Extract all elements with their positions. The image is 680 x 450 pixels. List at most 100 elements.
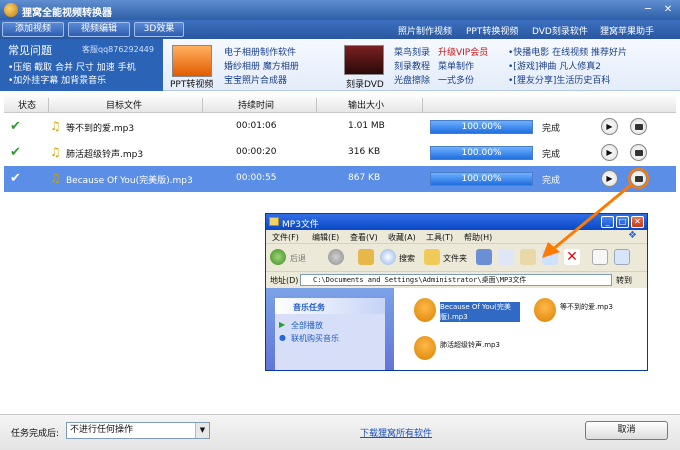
ad-link-game[interactable]: •[游戏]神曲 凡人修真2 — [508, 59, 601, 72]
paste-icon[interactable] — [520, 249, 536, 265]
maximize-icon[interactable]: □ — [616, 216, 629, 228]
music-file-icon: ♫ — [50, 145, 61, 159]
forward-icon[interactable] — [328, 249, 344, 265]
explorer-window: MP3文件 _ □ ✕ 文件(F) 编辑(E) 查看(V) 收藏(A) 工具(T… — [265, 213, 648, 371]
menu-view[interactable]: 查看(V) — [350, 232, 378, 243]
ad-link-movies[interactable]: •快播电影 在线视频 推荐好片 — [508, 45, 627, 58]
table-row-selected[interactable]: ✔ ♫ Because Of You(完美版).mp3 00:00:55 867… — [4, 166, 676, 192]
mp3-file-icon — [414, 336, 436, 360]
task-play-all[interactable]: 全部播放 — [291, 320, 323, 331]
footer-bar: 任务完成后: 不进行任何操作 ▼ 下载狸窝所有软件 取消 — [0, 414, 680, 450]
minimize-icon[interactable]: ─ — [640, 3, 656, 17]
explorer-title-bar: MP3文件 _ □ ✕ — [266, 214, 647, 230]
download-all-link[interactable]: 下载狸窝所有软件 — [360, 426, 432, 439]
dvd-icon[interactable] — [344, 45, 384, 75]
delete-icon[interactable]: ✕ — [564, 249, 580, 265]
ad-link-copies[interactable]: 一式多份 — [438, 73, 474, 86]
header-output-size[interactable]: 输出大小 — [348, 98, 384, 111]
chevron-down-icon[interactable]: ▼ — [195, 423, 209, 438]
go-button[interactable]: 转到 — [616, 275, 632, 286]
row-status: 完成 — [542, 176, 561, 186]
ad-link-erase[interactable]: 光盘擦除 — [394, 73, 430, 86]
task-buy-music[interactable]: 联机购买音乐 — [291, 333, 339, 344]
address-label: 地址(D) — [270, 276, 299, 285]
after-task-label: 任务完成后: — [11, 429, 60, 439]
file-name: 肺活超级铃声.mp3 — [440, 341, 500, 349]
play-icon[interactable]: ▶ — [601, 118, 618, 135]
search-label[interactable]: 搜索 — [399, 253, 415, 264]
menu-edit[interactable]: 编辑(E) — [312, 232, 339, 243]
ad-link-burn-tutorial[interactable]: 刻录教程 — [394, 59, 430, 72]
explorer-address-bar: 地址(D) C:\Documents and Settings\Administ… — [266, 272, 647, 288]
menu-help[interactable]: 帮助(H) — [464, 232, 492, 243]
3d-effect-button[interactable]: 3D效果 — [134, 22, 184, 37]
ad-link-vip[interactable]: 升级VIP会员 — [438, 45, 488, 58]
toolbar: 添加视频 视频编辑 3D效果 照片制作视频 PPT转换视频 DVD刻录软件 狸窝… — [0, 20, 680, 39]
row-size: 1.01 MB — [348, 121, 385, 131]
faq-title[interactable]: 常见问题 — [8, 42, 52, 58]
header-duration[interactable]: 持续时间 — [238, 98, 274, 111]
mp3-file-icon — [414, 298, 436, 322]
link-apple-helper[interactable]: 狸窝苹果助手 — [600, 24, 654, 37]
play-icon[interactable]: ▶ — [601, 170, 618, 187]
faq-line-1[interactable]: •压缩 截取 合并 尺寸 加速 手机 — [8, 60, 136, 73]
ad-link-burn[interactable]: 菜鸟刻录 — [394, 45, 430, 58]
open-folder-icon[interactable] — [628, 168, 649, 189]
menu-file[interactable]: 文件(F) — [272, 232, 299, 243]
after-task-select[interactable]: 不进行任何操作 ▼ — [66, 422, 210, 439]
play-icon[interactable]: ▶ — [601, 144, 618, 161]
faq-qq: 客服qq876292449 — [82, 45, 154, 54]
cancel-button[interactable]: 取消 — [585, 421, 668, 440]
undo-icon[interactable] — [542, 249, 558, 265]
app-logo-icon — [4, 3, 18, 17]
header-status[interactable]: 状态 — [18, 98, 36, 111]
ad-link-menu[interactable]: 菜单制作 — [438, 59, 474, 72]
properties-icon[interactable] — [592, 249, 608, 265]
close-icon[interactable]: ✕ — [631, 216, 644, 228]
after-task-value: 不进行任何操作 — [70, 425, 134, 435]
ppt-icon[interactable] — [172, 45, 212, 77]
table-row[interactable]: ✔ ♫ 肺活超级铃声.mp3 00:00:20 316 KB 100.00% 完… — [4, 140, 676, 166]
menu-tools[interactable]: 工具(T) — [426, 232, 453, 243]
ppt-label[interactable]: PPT转视频 — [170, 77, 213, 90]
cut-icon[interactable] — [476, 249, 492, 265]
ad-link-wedding[interactable]: 婚纱相册 魔方相册 — [224, 59, 299, 72]
add-video-button[interactable]: 添加视频 — [2, 22, 64, 37]
open-folder-icon[interactable] — [630, 144, 647, 161]
search-icon[interactable] — [380, 249, 396, 265]
edit-video-button[interactable]: 视频编辑 — [68, 22, 130, 37]
row-file-name: 等不到的爱.mp3 — [66, 124, 135, 134]
views-icon[interactable] — [614, 249, 630, 265]
mp3-file-icon — [534, 298, 556, 322]
music-task-title[interactable]: 音乐任务 — [275, 298, 385, 314]
copy-icon[interactable] — [498, 249, 514, 265]
link-photo-video[interactable]: 照片制作视频 — [398, 24, 452, 37]
back-label[interactable]: 后退 — [290, 253, 306, 264]
link-ppt-video[interactable]: PPT转换视频 — [466, 24, 518, 37]
row-size: 867 KB — [348, 173, 381, 183]
header-target-file[interactable]: 目标文件 — [106, 98, 142, 111]
ad-link-share[interactable]: •[狸友分享]生活历史百科 — [508, 73, 610, 86]
minimize-icon[interactable]: _ — [601, 216, 614, 228]
open-folder-icon[interactable] — [630, 118, 647, 135]
folders-label[interactable]: 文件夹 — [443, 253, 467, 264]
faq-line-2[interactable]: •加外挂字幕 加背景音乐 — [8, 73, 106, 86]
file-name: 等不到的爱.mp3 — [560, 303, 613, 311]
row-file-name: 肺活超级铃声.mp3 — [66, 150, 144, 160]
up-folder-icon[interactable] — [358, 249, 374, 265]
dvd-label[interactable]: 刻录DVD — [346, 77, 384, 90]
check-icon: ✔ — [10, 145, 21, 160]
link-dvd-burn[interactable]: DVD刻录软件 — [532, 24, 588, 37]
folders-icon[interactable] — [424, 249, 440, 265]
back-icon[interactable] — [270, 249, 286, 265]
close-icon[interactable]: ✕ — [660, 3, 676, 17]
ad-link-album[interactable]: 电子相册制作软件 — [224, 45, 296, 58]
address-input[interactable]: C:\Documents and Settings\Administrator\… — [300, 274, 612, 286]
explorer-title: MP3文件 — [282, 220, 319, 230]
play-all-icon: ▶ — [279, 320, 286, 329]
table-row[interactable]: ✔ ♫ 等不到的爱.mp3 00:01:06 1.01 MB 100.00% 完… — [4, 114, 676, 140]
menu-favorites[interactable]: 收藏(A) — [388, 232, 416, 243]
row-duration: 00:00:20 — [236, 147, 277, 157]
table-header: 状态 目标文件 持续时间 输出大小 — [4, 95, 676, 113]
ad-link-baby[interactable]: 宝宝照片合成器 — [224, 73, 287, 86]
